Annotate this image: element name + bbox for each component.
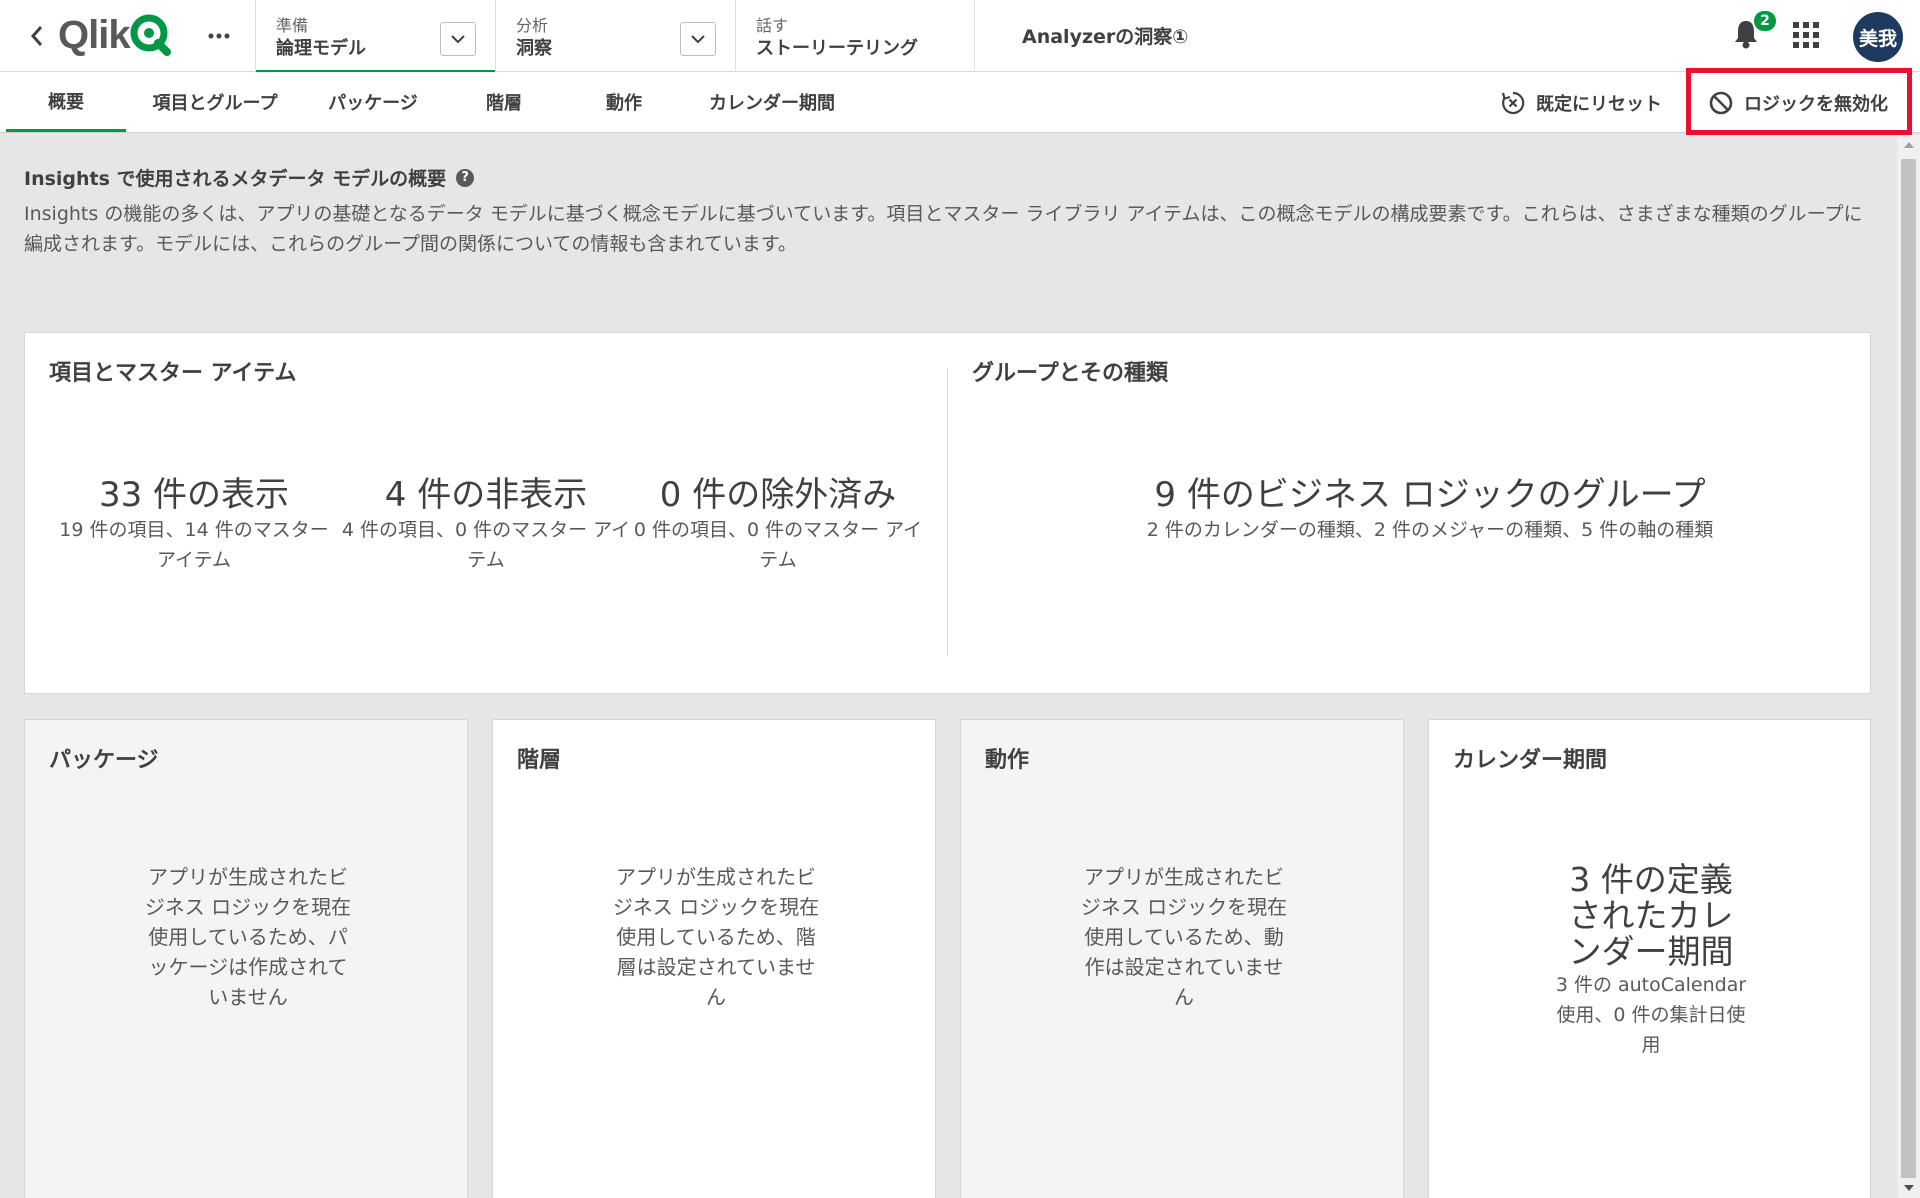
packages-card: パッケージ アプリが生成されたビジネス ロジックを現在使用しているため、パッケー… [24, 719, 468, 1198]
step-prepare[interactable]: 準備 論理モデル [255, 0, 495, 73]
prohibited-icon [1709, 91, 1733, 115]
vertical-scrollbar[interactable] [1897, 135, 1920, 1198]
kpi-excluded-value: 0 件の除外済み [659, 475, 897, 515]
logo-text: Qlik [58, 12, 131, 57]
step-value: 洞察 [516, 38, 552, 59]
kpi-groups-detail: 2 件のカレンダーの種類、2 件のメジャーの種類、5 件の軸の種類 [1146, 519, 1714, 541]
step-caption: 話す [756, 16, 789, 35]
overview-title-text: Insights で使用されるメタデータ モデルの概要 [24, 168, 447, 190]
overview-heading: Insights で使用されるメタデータ モデルの概要 ? [24, 164, 475, 191]
tab-bar: 概要 項目とグループ パッケージ 階層 動作 カレンダー期間 既定にリセット [0, 72, 1920, 133]
behaviors-note: アプリが生成されたビジネス ロジックを現在使用しているため、動作は設定されていま… [1080, 865, 1288, 1009]
notification-badge: 2 [1752, 9, 1778, 33]
kpi-visible-detail: 19 件の項目、14 件のマスター アイテム [59, 519, 329, 571]
avatar[interactable]: 美我 [1853, 12, 1903, 62]
kpi-excluded: 0 件の除外済み 0 件の項目、0 件のマスター アイテム [633, 475, 923, 575]
step-caption: 分析 [516, 16, 549, 35]
app-launcher-icon[interactable] [1793, 22, 1821, 50]
tab-fields-groups[interactable]: 項目とグループ [140, 72, 290, 132]
kpi-calendar-detail: 3 件の autoCalendar 使用、0 件の集計日使用 [1555, 974, 1747, 1056]
step-narrate[interactable]: 話す ストーリーテリング [735, 0, 975, 72]
kpi-calendar-value: 3 件の定義されたカレンダー期間 [1568, 860, 1734, 971]
scroll-thumb[interactable] [1901, 159, 1916, 1198]
tab-behaviors[interactable]: 動作 [574, 72, 674, 132]
hierarchies-card-title: 階層 [517, 748, 562, 773]
chevron-down-icon[interactable] [680, 22, 716, 56]
kpi-calendar: 3 件の定義されたカレンダー期間 3 件の autoCalendar 使用、0 … [1553, 862, 1749, 1060]
more-options-icon[interactable] [204, 22, 234, 50]
app-title: Analyzerの洞察① [1022, 26, 1189, 48]
step-value: 論理モデル [276, 38, 366, 59]
help-icon[interactable]: ? [456, 168, 475, 187]
reset-label: 既定にリセット [1536, 94, 1662, 115]
kpi-excluded-detail: 0 件の項目、0 件のマスター アイテム [633, 519, 923, 571]
kpi-visible: 33 件の表示 19 件の項目、14 件のマスター アイテム [49, 475, 339, 575]
qlik-q-icon [130, 14, 171, 56]
hierarchies-card: 階層 アプリが生成されたビジネス ロジックを現在使用しているため、階層は設定され… [492, 719, 936, 1198]
step-caption: 準備 [276, 16, 309, 35]
disable-label: ロジックを無効化 [1744, 94, 1888, 115]
back-icon[interactable] [22, 20, 52, 52]
qlik-logo: Qlik [58, 12, 174, 58]
kpi-groups: 9 件のビジネス ロジックのグループ 2 件のカレンダーの種類、2 件のメジャー… [1085, 475, 1775, 545]
tab-hierarchies[interactable]: 階層 [454, 72, 554, 132]
notifications-button[interactable]: 2 [1732, 9, 1778, 52]
items-card-title: 項目とマスター アイテム [49, 361, 297, 386]
step-value: ストーリーテリング [756, 38, 918, 59]
top-bar: Qlik 準備 論理モデル 分析 洞察 話す ストーリーテリング Analyze… [0, 0, 1920, 73]
tab-overview[interactable]: 概要 [6, 72, 126, 132]
packages-card-title: パッケージ [49, 748, 159, 773]
disable-logic-button[interactable]: ロジックを無効化 [1708, 84, 1888, 122]
chevron-down-icon[interactable] [440, 22, 476, 56]
tab-packages[interactable]: パッケージ [308, 72, 438, 132]
kpi-visible-value: 33 件の表示 [98, 475, 290, 515]
kpi-hidden: 4 件の非表示 4 件の項目、0 件のマスター アイテム [341, 475, 631, 575]
step-analyze[interactable]: 分析 洞察 [495, 0, 735, 72]
scroll-down-icon[interactable] [1897, 1178, 1920, 1198]
scroll-up-icon[interactable] [1897, 135, 1920, 155]
kpi-hidden-value: 4 件の非表示 [384, 475, 588, 515]
reset-to-default-button[interactable]: 既定にリセット [1500, 84, 1662, 122]
behaviors-card: 動作 アプリが生成されたビジネス ロジックを現在使用しているため、動作は設定され… [960, 719, 1404, 1198]
calendar-periods-card: カレンダー期間 3 件の定義されたカレンダー期間 3 件の autoCalend… [1428, 719, 1871, 1198]
packages-note: アプリが生成されたビジネス ロジックを現在使用しているため、パッケージは作成され… [144, 865, 352, 1009]
kpi-groups-value: 9 件のビジネス ロジックのグループ [1154, 475, 1706, 515]
groups-card-title: グループとその種類 [972, 361, 1169, 386]
tab-calendar-periods[interactable]: カレンダー期間 [694, 72, 850, 132]
kpi-hidden-detail: 4 件の項目、0 件のマスター アイテム [341, 519, 631, 571]
card-divider [947, 368, 948, 656]
hierarchies-note: アプリが生成されたビジネス ロジックを現在使用しているため、階層は設定されていま… [612, 865, 820, 1009]
calendar-card-title: カレンダー期間 [1453, 748, 1608, 773]
overview-description: Insights の機能の多くは、アプリの基礎となるデータ モデルに基づく概念モ… [24, 203, 1863, 255]
reset-x-circle-icon [1501, 91, 1525, 115]
behaviors-card-title: 動作 [985, 748, 1030, 773]
